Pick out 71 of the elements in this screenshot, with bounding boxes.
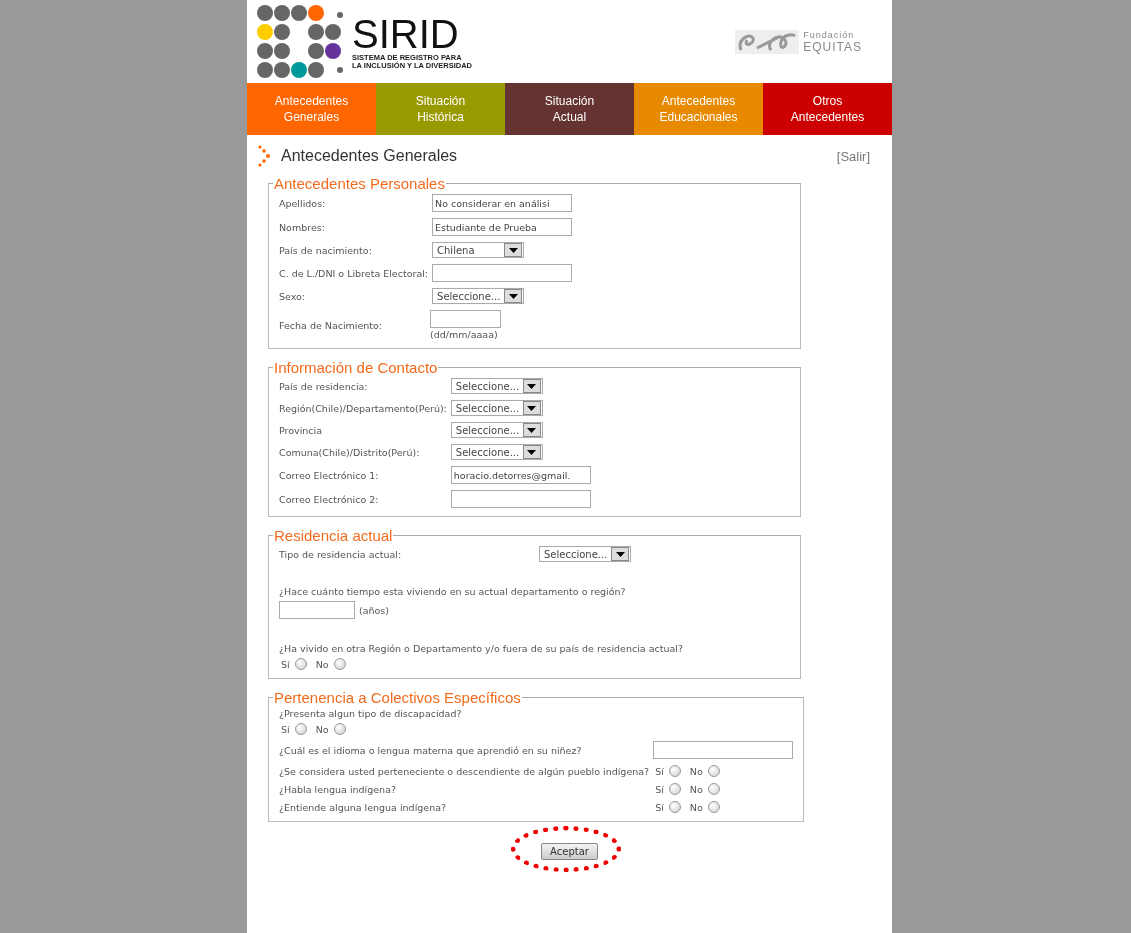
text-field[interactable]: horacio.detorres@gmail.	[450, 466, 591, 484]
radio-button[interactable]	[668, 783, 681, 795]
option-label: Sí	[281, 658, 290, 670]
radio-button[interactable]	[294, 658, 307, 670]
field-label: C. de L./DNI o Libreta Electoral:	[279, 267, 429, 279]
field-label: Región(Chile)/Departamento(Perú):	[279, 402, 447, 414]
radio-button[interactable]	[707, 801, 720, 813]
text-field[interactable]	[450, 490, 591, 508]
text-field[interactable]	[653, 741, 794, 759]
radio-button[interactable]	[333, 658, 346, 670]
radio-button[interactable]	[294, 723, 307, 735]
option-label: No	[689, 765, 703, 777]
field-label: Tipo de residencia actual:	[279, 548, 403, 560]
field-label: ¿Entiende alguna lengua indígena?	[279, 801, 448, 813]
question-label: ¿Presenta algun tipo de discapacidad?	[279, 708, 463, 719]
section-title: Residencia actual	[273, 527, 394, 544]
date-field[interactable]	[430, 310, 502, 328]
field-label: Correo Electrónico 2:	[279, 493, 380, 505]
partner-name: EQUITAS	[803, 39, 862, 54]
section-title: Pertenencia a Colectivos Específicos	[273, 689, 522, 706]
field-label: País de residencia:	[279, 380, 369, 392]
field-label: Nombres:	[279, 221, 326, 233]
radio-button[interactable]	[333, 723, 346, 735]
signature-logo-drawing	[735, 27, 800, 56]
page-title: Antecedentes Generales	[281, 147, 458, 165]
radio-button[interactable]	[707, 765, 720, 777]
text-field[interactable]: Estudiante de Prueba	[432, 218, 573, 236]
dropdown[interactable]: Seleccione...	[450, 444, 543, 460]
accept-button[interactable]: Aceptar	[541, 843, 598, 860]
field-label: Provincia	[279, 424, 324, 436]
section-title: Información de Contacto	[273, 359, 439, 376]
radio-button[interactable]	[707, 783, 720, 795]
field-label: Comuna(Chile)/Distrito(Perú):	[279, 446, 421, 458]
logo-title: SIRID	[352, 13, 459, 54]
option-label: No	[689, 801, 703, 813]
arrow-dots-icon	[257, 145, 271, 167]
field-label: Correo Electrónico 1:	[279, 469, 380, 481]
field-label: Apellidos:	[279, 197, 327, 209]
nav-tab[interactable]: Otros Antecedentes	[763, 83, 892, 135]
option-label: No	[689, 783, 703, 795]
dropdown[interactable]: Seleccione...	[539, 546, 631, 562]
option-label: Sí	[655, 783, 664, 795]
radio-button[interactable]	[668, 765, 681, 777]
section-title: Antecedentes Personales	[273, 175, 446, 192]
field-label: Fecha de Nacimiento:	[279, 319, 384, 331]
text-field[interactable]	[279, 601, 355, 619]
question-label: ¿Ha vivido en otra Región o Departamento y/o fuera de su país de residencia actual?	[279, 643, 684, 654]
logout-link[interactable]: [Salir]	[836, 148, 870, 164]
dropdown[interactable]: Seleccione...	[450, 378, 543, 394]
dropdown[interactable]: Seleccione...	[432, 288, 525, 304]
date-format-hint: (dd/mm/aaaa)	[430, 329, 498, 340]
option-label: Sí	[281, 723, 290, 735]
field-label: Sexo:	[279, 290, 307, 302]
radio-button[interactable]	[668, 801, 681, 813]
nav-tab[interactable]: Situación Actual	[505, 83, 634, 135]
dropdown[interactable]: Chilena	[432, 242, 525, 258]
field-label: ¿Habla lengua indígena?	[279, 783, 397, 795]
field-label: ¿Cuál es el idioma o lengua materna que aprendió en su niñez?	[279, 744, 583, 756]
unit-label: (años)	[359, 604, 390, 616]
field-label: País de nacimiento:	[279, 244, 373, 256]
dropdown[interactable]: Seleccione...	[450, 422, 543, 438]
dropdown[interactable]: Seleccione...	[450, 400, 543, 416]
option-label: Sí	[655, 801, 664, 813]
option-label: Sí	[655, 765, 664, 777]
option-label: No	[315, 658, 329, 670]
option-label: No	[315, 723, 329, 735]
text-field[interactable]	[432, 264, 573, 282]
partner-label: Fundación	[803, 29, 856, 40]
field-label: ¿Se considera usted perteneciente o descendiente de algún pueblo indígena?	[279, 765, 650, 777]
text-field[interactable]: No considerar en análisi	[432, 194, 573, 212]
question-label: ¿Hace cuánto tiempo esta viviendo en su actual departamento o región?	[279, 586, 627, 597]
